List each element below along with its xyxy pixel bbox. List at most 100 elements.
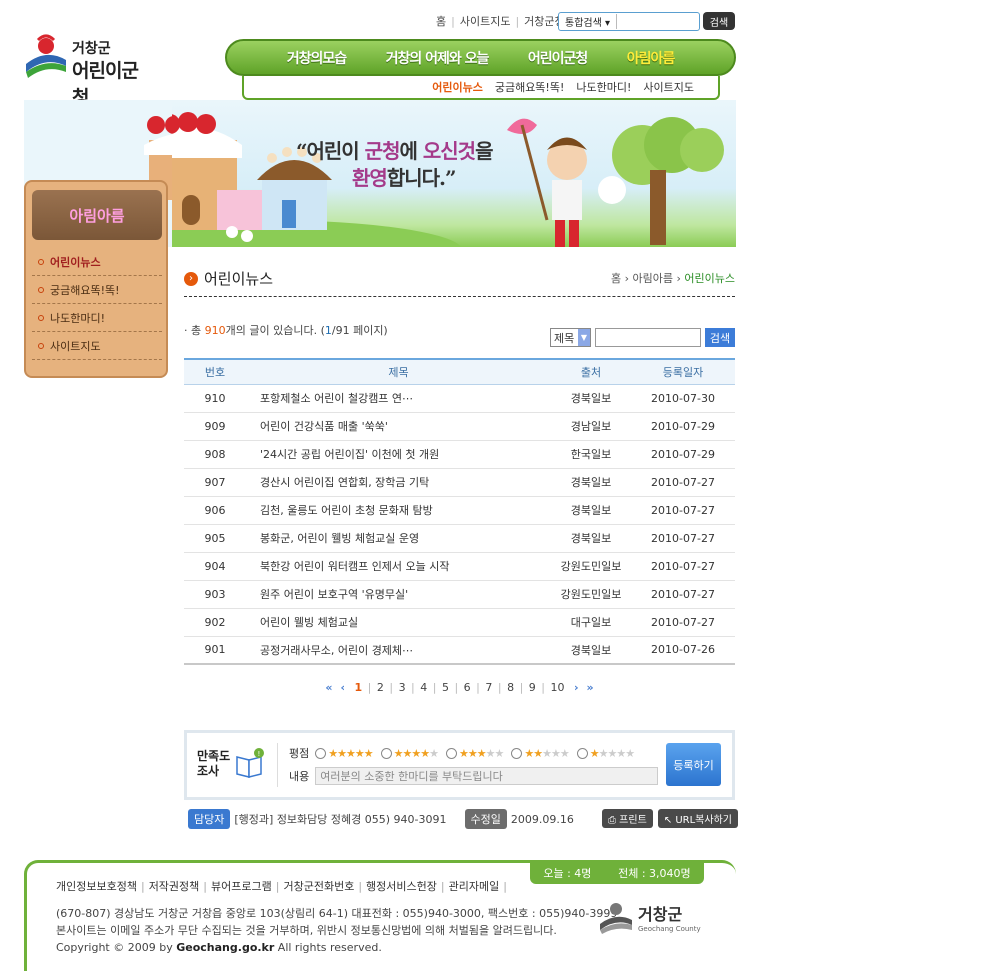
print-button[interactable]: ⎙ 프린트 bbox=[602, 809, 653, 828]
copy-url-button[interactable]: ↖ URL복사하기 bbox=[657, 809, 738, 828]
last-page-button[interactable]: » bbox=[587, 681, 594, 694]
subnav-item-news[interactable]: 어린이뉴스 bbox=[432, 79, 483, 95]
row-source: 경북일보 bbox=[551, 468, 631, 497]
gnb-item-history[interactable]: 거창의 어제와 오늘 bbox=[386, 48, 490, 68]
row-number: 902 bbox=[184, 608, 246, 637]
row-number: 910 bbox=[184, 384, 246, 413]
footer-link[interactable]: 저작권정책 bbox=[149, 880, 200, 893]
next-page-button[interactable]: › bbox=[574, 681, 579, 694]
subnav-item-sitemap[interactable]: 사이트지도 bbox=[643, 79, 694, 95]
star-rating-icon: ★★★★★ bbox=[524, 746, 569, 760]
page-link[interactable]: 1 bbox=[355, 681, 363, 694]
footer-link[interactable]: 뷰어프로그램 bbox=[211, 880, 272, 893]
lnb-item-news[interactable]: 어린이뉴스 bbox=[32, 248, 162, 276]
row-source: 강원도민일보 bbox=[551, 580, 631, 609]
bullet-icon bbox=[38, 258, 44, 265]
util-sitemap-link[interactable]: 사이트지도 bbox=[460, 13, 511, 29]
table-row[interactable]: 901 공정거래사무소, 어린이 경제체⋯ 경북일보 2010-07-26 bbox=[184, 636, 735, 665]
visitor-today: 오늘 : 4명 bbox=[543, 867, 592, 880]
page-link[interactable]: 2 bbox=[377, 681, 384, 694]
lnb-item-say[interactable]: 나도한마디! bbox=[32, 304, 162, 332]
gnb-item-about[interactable]: 거창의모습 bbox=[287, 48, 347, 68]
subnav-item-say[interactable]: 나도한마디! bbox=[576, 79, 631, 95]
gnb-item-arimareum[interactable]: 아림아름 bbox=[627, 48, 676, 68]
page-link[interactable]: 4 bbox=[420, 681, 427, 694]
survey-submit-button[interactable]: 등록하기 bbox=[666, 743, 721, 786]
table-row[interactable]: 908'24시간 공립 어린이집' 이천에 첫 개원 한국일보 2010-07-29 bbox=[184, 440, 735, 469]
crumb-current: 어린이뉴스 bbox=[684, 272, 735, 285]
crumb-section[interactable]: 아림아름 bbox=[633, 272, 673, 285]
top-search-select[interactable]: 통합검색 ▾ bbox=[559, 14, 617, 29]
row-title-link[interactable]: 어린이 건강식품 매출 '쑥쑥' bbox=[246, 412, 551, 441]
table-row[interactable]: 907 경산시 어린이집 연합회, 장학금 기탁 경북일보 2010-07-27 bbox=[184, 468, 735, 497]
bullet-icon bbox=[38, 286, 44, 293]
survey-label: 만족도 조사 bbox=[197, 749, 231, 778]
table-row[interactable]: 903 원주 어린이 보호구역 '유명무실' 강원도민일보 2010-07-27 bbox=[184, 580, 735, 609]
radio-icon[interactable] bbox=[315, 747, 327, 759]
local-nav: 아림아름 어린이뉴스 궁금해요똑!똑! 나도한마디! 사이트지도 bbox=[24, 180, 168, 378]
top-search-button[interactable]: 검색 bbox=[703, 12, 735, 30]
search-field-select[interactable]: 제목 ▼ bbox=[550, 328, 591, 347]
page-link[interactable]: 6 bbox=[464, 681, 471, 694]
row-title-link[interactable]: 북한강 어린이 워터캠프 인제서 오늘 시작 bbox=[246, 552, 551, 581]
manager-detail: [행정과] 정보화담당 정혜경 055) 940-3091 bbox=[234, 813, 447, 826]
comment-input[interactable]: 여러분의 소중한 한마디를 부탁드립니다 bbox=[315, 767, 659, 785]
post-count: · 총 910개의 글이 있습니다. (1/91 페이지) bbox=[184, 324, 388, 337]
row-number: 906 bbox=[184, 496, 246, 525]
row-title-link[interactable]: 포항제철소 어린이 철강캠프 연⋯ bbox=[246, 384, 551, 413]
board-search-input[interactable] bbox=[595, 328, 701, 347]
row-title-link[interactable]: 어린이 웰빙 체험교실 bbox=[246, 608, 551, 637]
footer-link[interactable]: 개인정보보호정책 bbox=[56, 880, 137, 893]
table-row[interactable]: 909 어린이 건강식품 매출 '쑥쑥' 경남일보 2010-07-29 bbox=[184, 412, 735, 441]
crumb-home[interactable]: 홈 bbox=[611, 272, 621, 285]
rating-option[interactable]: ★★★★★ bbox=[380, 746, 439, 760]
radio-icon[interactable] bbox=[380, 747, 392, 759]
page-link[interactable]: 3 bbox=[399, 681, 406, 694]
table-row[interactable]: 906 김천, 울릉도 어린이 초청 문화재 탐방 경북일보 2010-07-27 bbox=[184, 496, 735, 525]
radio-icon[interactable] bbox=[446, 747, 457, 759]
site-logo[interactable]: 거창군 어린이군청 bbox=[24, 34, 154, 109]
table-row[interactable]: 904 북한강 어린이 워터캠프 인제서 오늘 시작 강원도민일보 2010-07-2… bbox=[184, 552, 735, 581]
radio-icon[interactable] bbox=[511, 747, 523, 759]
table-row[interactable]: 910 포항제철소 어린이 철강캠프 연⋯ 경북일보 2010-07-30 bbox=[184, 384, 735, 413]
page-link[interactable]: 7 bbox=[485, 681, 492, 694]
lnb-item-qna[interactable]: 궁금해요똑!똑! bbox=[32, 276, 162, 304]
prev-page-button[interactable]: ‹ bbox=[340, 681, 345, 694]
book-icon: ! bbox=[236, 748, 264, 778]
row-date: 2010-07-27 bbox=[631, 524, 735, 553]
util-home-link[interactable]: 홈 bbox=[436, 13, 446, 29]
visitor-counter: 오늘 : 4명 전체 : 3,040명 bbox=[530, 862, 704, 884]
subnav-item-qna[interactable]: 궁금해요똑!똑! bbox=[495, 79, 565, 95]
board-search-button[interactable]: 검색 bbox=[705, 328, 735, 347]
row-number: 904 bbox=[184, 552, 246, 581]
rating-option[interactable]: ★★★★★ bbox=[576, 747, 635, 760]
radio-icon[interactable] bbox=[576, 747, 588, 759]
rating-option[interactable]: ★★★★★ bbox=[315, 747, 374, 760]
footer-link[interactable]: 거창군전화번호 bbox=[283, 880, 354, 893]
star-rating-icon: ★★★★★ bbox=[393, 746, 439, 760]
page-link[interactable]: 10 bbox=[550, 681, 564, 694]
col-header-title: 제목 bbox=[246, 358, 551, 385]
table-row[interactable]: 902 어린이 웰빙 체험교실 대구일보 2010-07-27 bbox=[184, 608, 735, 637]
footer-link[interactable]: 행정서비스헌장 bbox=[366, 880, 437, 893]
row-title-link[interactable]: 공정거래사무소, 어린이 경제체⋯ bbox=[246, 636, 551, 665]
page-link[interactable]: 5 bbox=[442, 681, 449, 694]
row-source: 경북일보 bbox=[551, 636, 631, 665]
modified-date: 2009.09.16 bbox=[510, 812, 574, 826]
rating-option[interactable]: ★★★★★ bbox=[511, 746, 570, 760]
top-search-input[interactable]: 통합검색 ▾ bbox=[558, 12, 700, 31]
footer-address: (670-807) 경상남도 거창군 거창읍 중앙로 103(상림리 64-1)… bbox=[56, 907, 618, 954]
rating-option[interactable]: ★★★★★ bbox=[446, 747, 504, 760]
lnb-item-sitemap[interactable]: 사이트지도 bbox=[32, 332, 162, 360]
row-title-link[interactable]: 봉화군, 어린이 웰빙 체험교실 운영 bbox=[246, 524, 551, 553]
gnb-item-kids-office[interactable]: 어린이군청 bbox=[528, 48, 588, 68]
row-title-link[interactable]: '24시간 공립 어린이집' 이천에 첫 개원 bbox=[246, 440, 551, 469]
row-title-link[interactable]: 경산시 어린이집 연합회, 장학금 기탁 bbox=[246, 468, 551, 497]
page-link[interactable]: 8 bbox=[507, 681, 514, 694]
row-title-link[interactable]: 김천, 울릉도 어린이 초청 문화재 탐방 bbox=[246, 496, 551, 525]
footer-link[interactable]: 관리자메일 bbox=[449, 880, 500, 893]
row-title-link[interactable]: 원주 어린이 보호구역 '유명무실' bbox=[246, 580, 551, 609]
page-link[interactable]: 9 bbox=[529, 681, 536, 694]
table-row[interactable]: 905 봉화군, 어린이 웰빙 체험교실 운영 경북일보 2010-07-27 bbox=[184, 524, 735, 553]
first-page-button[interactable]: « bbox=[325, 681, 332, 694]
